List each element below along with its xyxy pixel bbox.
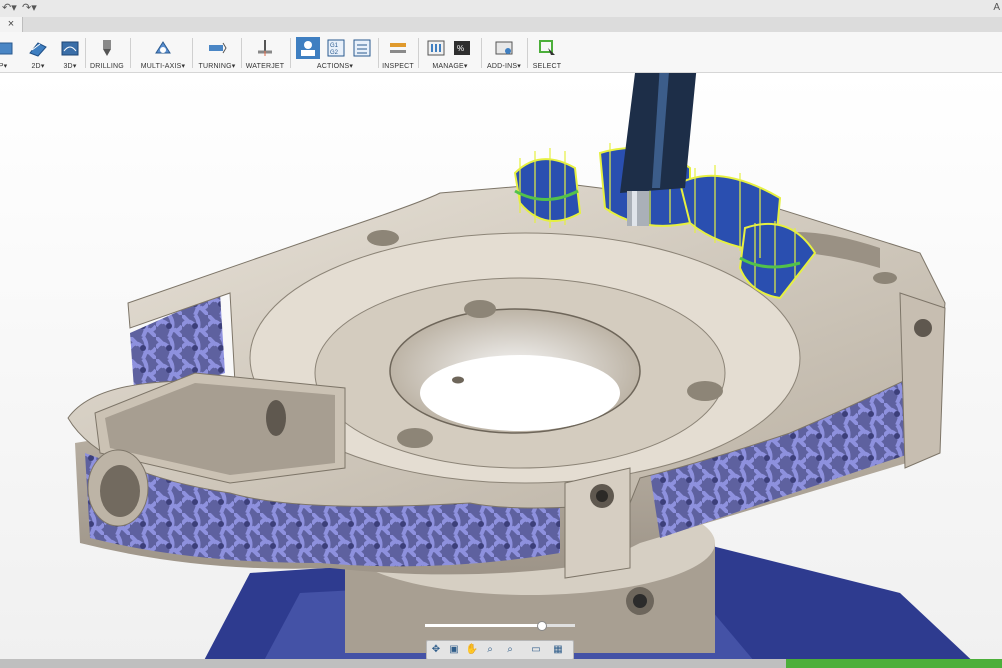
waterjet-icon bbox=[258, 40, 272, 56]
title-text: A bbox=[993, 2, 1000, 13]
turning-label: TURNING▾ bbox=[198, 63, 236, 70]
drilling-group[interactable]: DRILLING bbox=[88, 36, 126, 70]
3d-label: 3D▾ bbox=[63, 63, 77, 70]
post-process-icon: G1G2 bbox=[327, 39, 345, 57]
multi-axis-group[interactable]: MULTI-AXIS▾ bbox=[136, 36, 190, 70]
waterjet-group[interactable]: WATERJET bbox=[244, 36, 286, 70]
setup-label: P▾ bbox=[0, 63, 8, 70]
ribbon-separator bbox=[527, 38, 528, 68]
2d-group[interactable]: 2D▾ bbox=[26, 36, 50, 70]
simulation-timeline-slider[interactable] bbox=[425, 621, 575, 631]
template-library-icon: % bbox=[454, 41, 470, 55]
ribbon-separator bbox=[481, 38, 482, 68]
ribbon-toolbar: P▾ 2D▾ 3D▾ DRILLING MULTI-AXIS▾ TURNING▾… bbox=[0, 32, 1002, 73]
pan-icon[interactable]: ✋ bbox=[465, 642, 479, 657]
canvas-viewport[interactable]: |◀ ●◀ « || » ▶● ▶| bbox=[0, 73, 1002, 668]
timeline-progress bbox=[425, 624, 541, 627]
add-ins-label: ADD-INS▾ bbox=[487, 63, 521, 70]
redo-icon[interactable]: ↷▾ bbox=[22, 1, 37, 14]
actions-label: ACTIONS▾ bbox=[316, 63, 354, 70]
fit-icon[interactable]: ⌕ bbox=[503, 642, 517, 657]
cam-scene bbox=[67, 73, 980, 668]
document-tab-bar: × bbox=[0, 17, 1002, 33]
inspect-group[interactable]: INSPECT bbox=[381, 36, 415, 70]
2d-label: 2D▾ bbox=[31, 63, 45, 70]
turning-icon bbox=[209, 42, 227, 54]
status-indicator bbox=[786, 659, 1002, 668]
grid-settings-icon[interactable]: ▦ bbox=[551, 642, 565, 657]
title-bar: ↶▾ ↷▾ A bbox=[0, 0, 1002, 18]
inspect-icon bbox=[390, 43, 406, 53]
ribbon-separator bbox=[378, 38, 379, 68]
undo-icon[interactable]: ↶▾ bbox=[2, 1, 17, 14]
add-ins-group[interactable]: ADD-INS▾ bbox=[484, 36, 524, 70]
ribbon-separator bbox=[130, 38, 131, 68]
manage-group[interactable]: % MANAGE▾ bbox=[422, 36, 478, 70]
svg-text:G2: G2 bbox=[330, 50, 339, 56]
tool-library-icon bbox=[427, 40, 445, 56]
svg-text:G1: G1 bbox=[330, 43, 339, 49]
2d-icon bbox=[29, 42, 47, 57]
orbit-icon[interactable]: ✥ bbox=[429, 642, 443, 657]
add-ins-icon bbox=[495, 41, 513, 55]
simulate-icon bbox=[296, 37, 320, 59]
select-icon bbox=[539, 40, 555, 55]
3d-icon bbox=[61, 41, 79, 56]
ribbon-separator bbox=[192, 38, 193, 68]
ribbon-separator bbox=[85, 38, 86, 68]
timeline-handle[interactable] bbox=[536, 621, 547, 631]
machined-part bbox=[67, 182, 946, 579]
actions-group[interactable]: G1 G2 ACTIONS▾ bbox=[294, 36, 376, 70]
setup-sheet-icon bbox=[353, 39, 371, 57]
drill-icon bbox=[103, 40, 111, 56]
setup-group[interactable]: P▾ bbox=[0, 36, 14, 70]
turning-group[interactable]: TURNING▾ bbox=[196, 36, 238, 70]
3d-group[interactable]: 3D▾ bbox=[58, 36, 82, 70]
select-label: SELECT bbox=[532, 63, 562, 70]
ribbon-separator bbox=[290, 38, 291, 68]
manage-label: MANAGE▾ bbox=[432, 63, 468, 70]
display-settings-icon[interactable]: ▭ bbox=[529, 642, 543, 657]
inspect-label: INSPECT bbox=[382, 63, 414, 70]
ribbon-separator bbox=[241, 38, 242, 68]
svg-text:%: % bbox=[457, 44, 464, 53]
setup-icon bbox=[0, 42, 13, 55]
zoom-icon[interactable]: ⌕ bbox=[483, 642, 497, 657]
drilling-label: DRILLING bbox=[90, 63, 124, 70]
multi-axis-label: MULTI-AXIS▾ bbox=[140, 63, 186, 70]
select-group[interactable]: SELECT bbox=[530, 36, 564, 70]
ribbon-separator bbox=[418, 38, 419, 68]
look-at-icon[interactable]: ▣ bbox=[447, 642, 461, 657]
multi-axis-icon bbox=[155, 41, 171, 54]
view-navigation-toolbar: ✥ ▣ ✋ ⌕ ⌕ ▭ ▦ bbox=[426, 640, 574, 660]
waterjet-label: WATERJET bbox=[245, 63, 285, 70]
tab-close-button[interactable]: × bbox=[0, 17, 23, 32]
status-bar bbox=[0, 659, 1002, 668]
